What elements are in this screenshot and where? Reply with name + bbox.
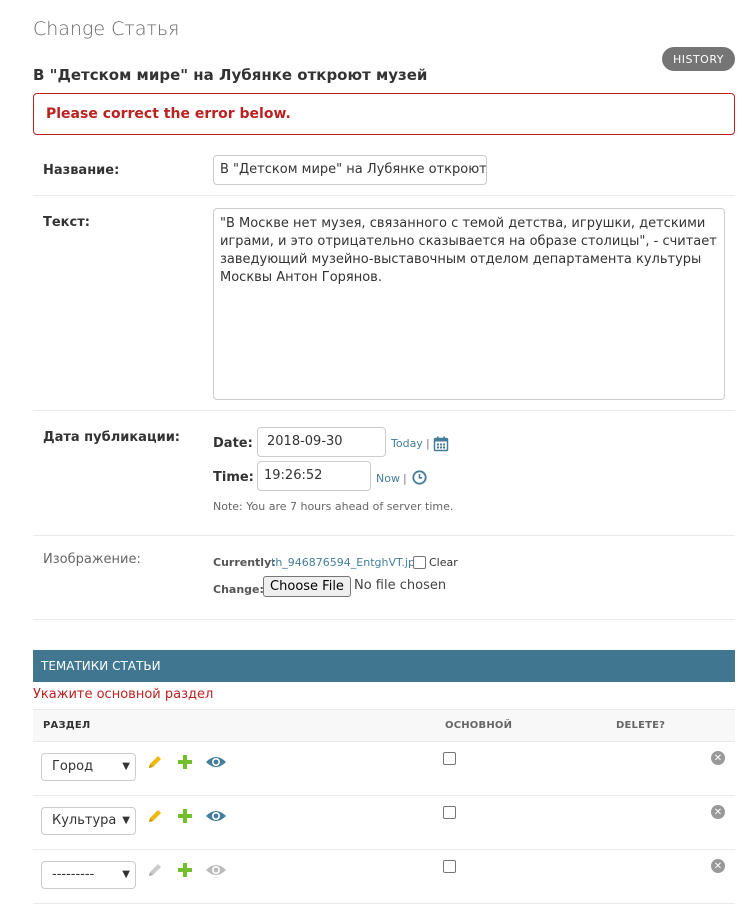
time-label: Time:	[213, 470, 254, 485]
table-row: Город ▼ ✕	[33, 742, 735, 796]
date-separator: |	[426, 437, 430, 450]
image-row: Изображение: Currently: th_946876594_Ent…	[33, 536, 735, 620]
date-input[interactable]: 2018-09-30	[257, 427, 386, 457]
calendar-icon[interactable]	[433, 436, 449, 452]
pubdate-row: Дата публикации: Date: 2018-09-30 Today …	[33, 411, 735, 536]
section-select[interactable]: Город ▼	[41, 753, 136, 781]
time-input[interactable]: 19:26:52	[257, 461, 371, 491]
eye-icon[interactable]	[205, 752, 227, 772]
title-label: Название:	[43, 163, 120, 178]
table-row: Культура ▼ ✕	[33, 796, 735, 850]
current-file-link[interactable]: th_946876594_EntghVT.jpg	[271, 556, 422, 569]
column-section: РАЗДЕЛ	[43, 720, 91, 731]
page-title: Change Статья	[33, 18, 180, 40]
plus-icon[interactable]	[175, 752, 195, 772]
section-select[interactable]: --------- ▼	[41, 861, 136, 889]
chevron-down-icon: ▼	[122, 815, 130, 826]
pencil-icon	[145, 860, 165, 880]
delete-icon[interactable]: ✕	[711, 751, 725, 765]
text-label: Текст:	[43, 215, 90, 230]
section-select-value: Город	[52, 759, 94, 774]
eye-icon	[205, 860, 227, 880]
choose-file-button[interactable]: Choose File	[263, 576, 351, 597]
object-title: В "Детском мире" на Лубянке откроют музе…	[33, 66, 428, 84]
section-select-value: ---------	[52, 867, 95, 882]
title-input[interactable]: В "Детском мире" на Лубянке откроют музе…	[213, 155, 487, 185]
inline-table-header: РАЗДЕЛ ОСНОВНОЙ DELETE?	[33, 709, 735, 742]
delete-icon[interactable]: ✕	[711, 805, 725, 819]
section-select[interactable]: Культура ▼	[41, 807, 136, 835]
main-checkbox[interactable]	[443, 860, 456, 873]
text-row: Текст: "В Москве нет музея, связанного с…	[33, 196, 735, 411]
column-main: ОСНОВНОЙ	[445, 720, 513, 731]
timezone-note: Note: You are 7 hours ahead of server ti…	[213, 500, 454, 513]
pencil-icon[interactable]	[145, 752, 165, 772]
inline-error: Укажите основной раздел	[33, 687, 214, 702]
history-button[interactable]: HISTORY	[662, 47, 735, 71]
main-checkbox[interactable]	[443, 752, 456, 765]
no-file-text: No file chosen	[354, 578, 447, 593]
chevron-down-icon: ▼	[122, 761, 130, 772]
plus-icon[interactable]	[175, 860, 195, 880]
currently-label: Currently:	[213, 556, 276, 569]
chevron-down-icon: ▼	[122, 869, 130, 880]
column-delete: DELETE?	[616, 720, 666, 731]
change-label: Change:	[213, 583, 264, 596]
clock-icon[interactable]	[412, 470, 427, 485]
now-link[interactable]: Now	[376, 472, 400, 485]
plus-icon[interactable]	[175, 806, 195, 826]
title-row: Название: В "Детском мире" на Лубянке от…	[33, 145, 735, 196]
time-separator: |	[403, 472, 407, 485]
error-note: Please correct the error below.	[33, 93, 735, 135]
text-textarea[interactable]: "В Москве нет музея, связанного с темой …	[213, 208, 725, 400]
eye-icon[interactable]	[205, 806, 227, 826]
date-label: Date:	[213, 436, 253, 451]
main-checkbox[interactable]	[443, 806, 456, 819]
clear-label: Clear	[429, 556, 458, 569]
section-select-value: Культура	[52, 813, 117, 828]
inline-header: ТЕМАТИКИ СТАТЬИ	[33, 650, 735, 682]
clear-checkbox[interactable]	[413, 556, 426, 569]
today-link[interactable]: Today	[391, 437, 423, 450]
delete-icon[interactable]: ✕	[711, 859, 725, 873]
pubdate-label: Дата публикации:	[43, 430, 180, 445]
table-row: --------- ▼ ✕	[33, 850, 735, 904]
image-label: Изображение:	[43, 552, 141, 567]
pencil-icon[interactable]	[145, 806, 165, 826]
